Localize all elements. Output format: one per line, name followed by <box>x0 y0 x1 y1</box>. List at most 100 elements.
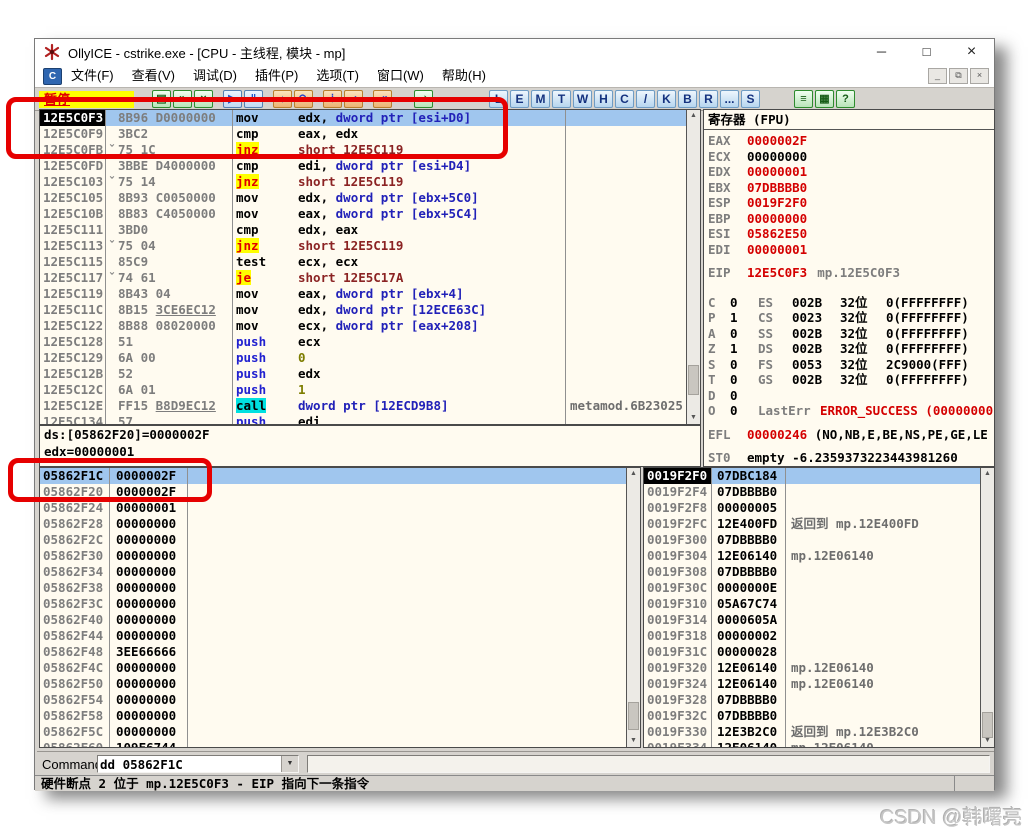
stack-scrollbar[interactable]: ▲ ▼ <box>980 468 994 747</box>
disasm-row[interactable]: 12E5C129 6A 00push0 <box>40 350 687 366</box>
stack-row[interactable]: 0019F31005A67C74 <box>644 596 981 612</box>
registers-pane[interactable]: 寄存器 (FPU) EAX0000002FECX00000000EDX00000… <box>703 109 995 467</box>
disasm-row[interactable]: 12E5C12E FF15 B8D9EC12calldword ptr [12E… <box>40 398 687 414</box>
eflags-row[interactable]: EFL00000246 (NO,NB,E,BE,NS,PE,GE,LE <box>704 427 994 443</box>
window-button-L[interactable]: L <box>489 90 508 108</box>
menu-item[interactable]: 插件(P) <box>246 65 307 87</box>
dump-row[interactable]: 05862F5000000000 <box>40 676 627 692</box>
scroll-up-icon[interactable]: ▲ <box>627 468 640 480</box>
stack-row[interactable]: 0019F33412E06140mp.12E06140 <box>644 740 981 748</box>
window-button-C[interactable]: C <box>615 90 634 108</box>
window-button-R[interactable]: R <box>699 90 718 108</box>
register-row[interactable]: EDI00000001 <box>704 242 994 258</box>
flag-row[interactable]: S0FS005332位2C9000(FFF) <box>704 357 994 373</box>
dump-row[interactable]: 05862F483EE66666 <box>40 644 627 660</box>
dump-scrollbar[interactable]: ▲ ▼ <box>626 468 640 747</box>
command-input[interactable] <box>98 756 281 772</box>
scroll-up-icon[interactable]: ▲ <box>687 110 700 122</box>
dump-row[interactable]: 05862F200000002F <box>40 484 627 500</box>
window-button-B[interactable]: B <box>678 90 697 108</box>
scroll-down-icon[interactable]: ▼ <box>627 735 640 747</box>
mdi-close-button[interactable]: × <box>970 68 989 84</box>
toolbar-open-button[interactable]: ▤ <box>152 90 171 108</box>
toolbar-options-button[interactable]: ≡ <box>794 90 813 108</box>
toolbar-trace-over-button[interactable]: ⇝ <box>344 90 363 108</box>
stack-row[interactable]: 0019F32012E06140mp.12E06140 <box>644 660 981 676</box>
scroll-up-icon[interactable]: ▲ <box>981 468 994 480</box>
stack-row[interactable]: 0019F2FC12E400FD返回到 mp.12E400FD <box>644 516 981 532</box>
stack-row[interactable]: 0019F2F007DBC184 <box>644 468 981 484</box>
dump-row[interactable]: 05862F3400000000 <box>40 564 627 580</box>
menu-item[interactable]: 调试(D) <box>184 65 246 87</box>
disasm-row[interactable]: 12E5C128 51pushecx <box>40 334 687 350</box>
disasm-row[interactable]: 12E5C117ˇ74 61jeshort 12E5C17A <box>40 270 687 286</box>
window-button-x[interactable]: / <box>636 90 655 108</box>
register-row-eip[interactable]: EIP12E5C0F3mp.12E5C0F3 <box>704 265 994 281</box>
toolbar-run-button[interactable]: ▶ <box>223 90 242 108</box>
flag-row[interactable]: A0SS002B32位0(FFFFFFFF) <box>704 326 994 342</box>
stack-row[interactable]: 0019F30C0000000E <box>644 580 981 596</box>
disassembly-pane[interactable]: 12E5C0F3 8B96 D0000000movedx, dword ptr … <box>39 109 701 425</box>
stack-row[interactable]: 0019F30412E06140mp.12E06140 <box>644 548 981 564</box>
toolbar-step-into-button[interactable]: ↓ <box>273 90 292 108</box>
minimize-button[interactable]: ─ <box>859 39 904 65</box>
dump-row[interactable]: 05862F60109E6744 <box>40 740 627 748</box>
stack-row[interactable]: 0019F31800000002 <box>644 628 981 644</box>
menu-item[interactable]: 文件(F) <box>62 65 123 87</box>
register-row[interactable]: EDX00000001 <box>704 164 994 180</box>
window-button-H[interactable]: H <box>594 90 613 108</box>
stack-row[interactable]: 0019F3140000605A <box>644 612 981 628</box>
dump-row[interactable]: 05862F4400000000 <box>40 628 627 644</box>
disasm-row[interactable]: 12E5C122 8B88 08020000movecx, dword ptr … <box>40 318 687 334</box>
toolbar-trace-into-button[interactable]: ⇣ <box>323 90 342 108</box>
st0-row[interactable]: ST0empty -6.2359373223443981260 <box>704 450 994 466</box>
scrollbar-thumb[interactable] <box>628 702 639 730</box>
toolbar-close-program-button[interactable]: × <box>194 90 213 108</box>
disasm-row[interactable]: 12E5C134 57pushedi <box>40 414 687 425</box>
register-row[interactable]: ESP0019F2F0 <box>704 195 994 211</box>
toolbar-help-button[interactable]: ? <box>836 90 855 108</box>
window-button-T[interactable]: T <box>552 90 571 108</box>
window-button-E[interactable]: E <box>510 90 529 108</box>
close-button[interactable]: × <box>949 39 994 65</box>
disasm-row[interactable]: 12E5C111 3BD0cmpedx, eax <box>40 222 687 238</box>
menu-item[interactable]: 选项(T) <box>307 65 368 87</box>
flag-row[interactable]: D0 <box>704 388 994 404</box>
flag-row[interactable]: O0LastErrERROR_SUCCESS (00000000 <box>704 403 994 419</box>
toolbar-restart-button[interactable]: ↞ <box>173 90 192 108</box>
toolbar-step-over-button[interactable]: ↷ <box>294 90 313 108</box>
register-row[interactable]: ESI05862E50 <box>704 226 994 242</box>
disasm-row[interactable]: 12E5C0F9 3BC2cmpeax, edx <box>40 126 687 142</box>
disasm-row[interactable]: 12E5C0FBˇ75 1Cjnzshort 12E5C119 <box>40 142 687 158</box>
flag-row[interactable]: Z1DS002B32位0(FFFFFFFF) <box>704 341 994 357</box>
maximize-button[interactable]: □ <box>904 39 949 65</box>
dump-row[interactable]: 05862F4000000000 <box>40 612 627 628</box>
stack-row[interactable]: 0019F32412E06140mp.12E06140 <box>644 676 981 692</box>
disasm-row[interactable]: 12E5C12C 6A 01push1 <box>40 382 687 398</box>
dump-row[interactable]: 05862F2C00000000 <box>40 532 627 548</box>
window-button-xxx[interactable]: ... <box>720 90 739 108</box>
dump-row[interactable]: 05862F3C00000000 <box>40 596 627 612</box>
mdi-minimize-button[interactable]: _ <box>928 68 947 84</box>
dump-row[interactable]: 05862F2400000001 <box>40 500 627 516</box>
dump-row[interactable]: 05862F3000000000 <box>40 548 627 564</box>
dump-row[interactable]: 05862F3800000000 <box>40 580 627 596</box>
disasm-row[interactable]: 12E5C12B 52pushedx <box>40 366 687 382</box>
toolbar-go-to-button[interactable]: ⇨ <box>414 90 433 108</box>
stack-row[interactable]: 0019F30007DBBBB0 <box>644 532 981 548</box>
disasm-row[interactable]: 12E5C10B 8B83 C4050000moveax, dword ptr … <box>40 206 687 222</box>
dump-row[interactable]: 05862F4C00000000 <box>40 660 627 676</box>
disasm-row[interactable]: 12E5C0F3 8B96 D0000000movedx, dword ptr … <box>40 110 687 126</box>
disasm-row[interactable]: 12E5C103ˇ75 14jnzshort 12E5C119 <box>40 174 687 190</box>
mdi-restore-button[interactable]: ⧉ <box>949 68 968 84</box>
stack-row[interactable]: 0019F2F407DBBBB0 <box>644 484 981 500</box>
stack-row[interactable]: 0019F32807DBBBB0 <box>644 692 981 708</box>
register-row[interactable]: EBP00000000 <box>704 211 994 227</box>
flag-row[interactable]: C0ES002B32位0(FFFFFFFF) <box>704 295 994 311</box>
window-button-K[interactable]: K <box>657 90 676 108</box>
disassembly-scrollbar[interactable]: ▲ ▼ <box>686 110 700 424</box>
stack-row[interactable]: 0019F30807DBBBB0 <box>644 564 981 580</box>
window-button-S[interactable]: S <box>741 90 760 108</box>
register-row[interactable]: ECX00000000 <box>704 149 994 165</box>
disasm-row[interactable]: 12E5C115 85C9testecx, ecx <box>40 254 687 270</box>
